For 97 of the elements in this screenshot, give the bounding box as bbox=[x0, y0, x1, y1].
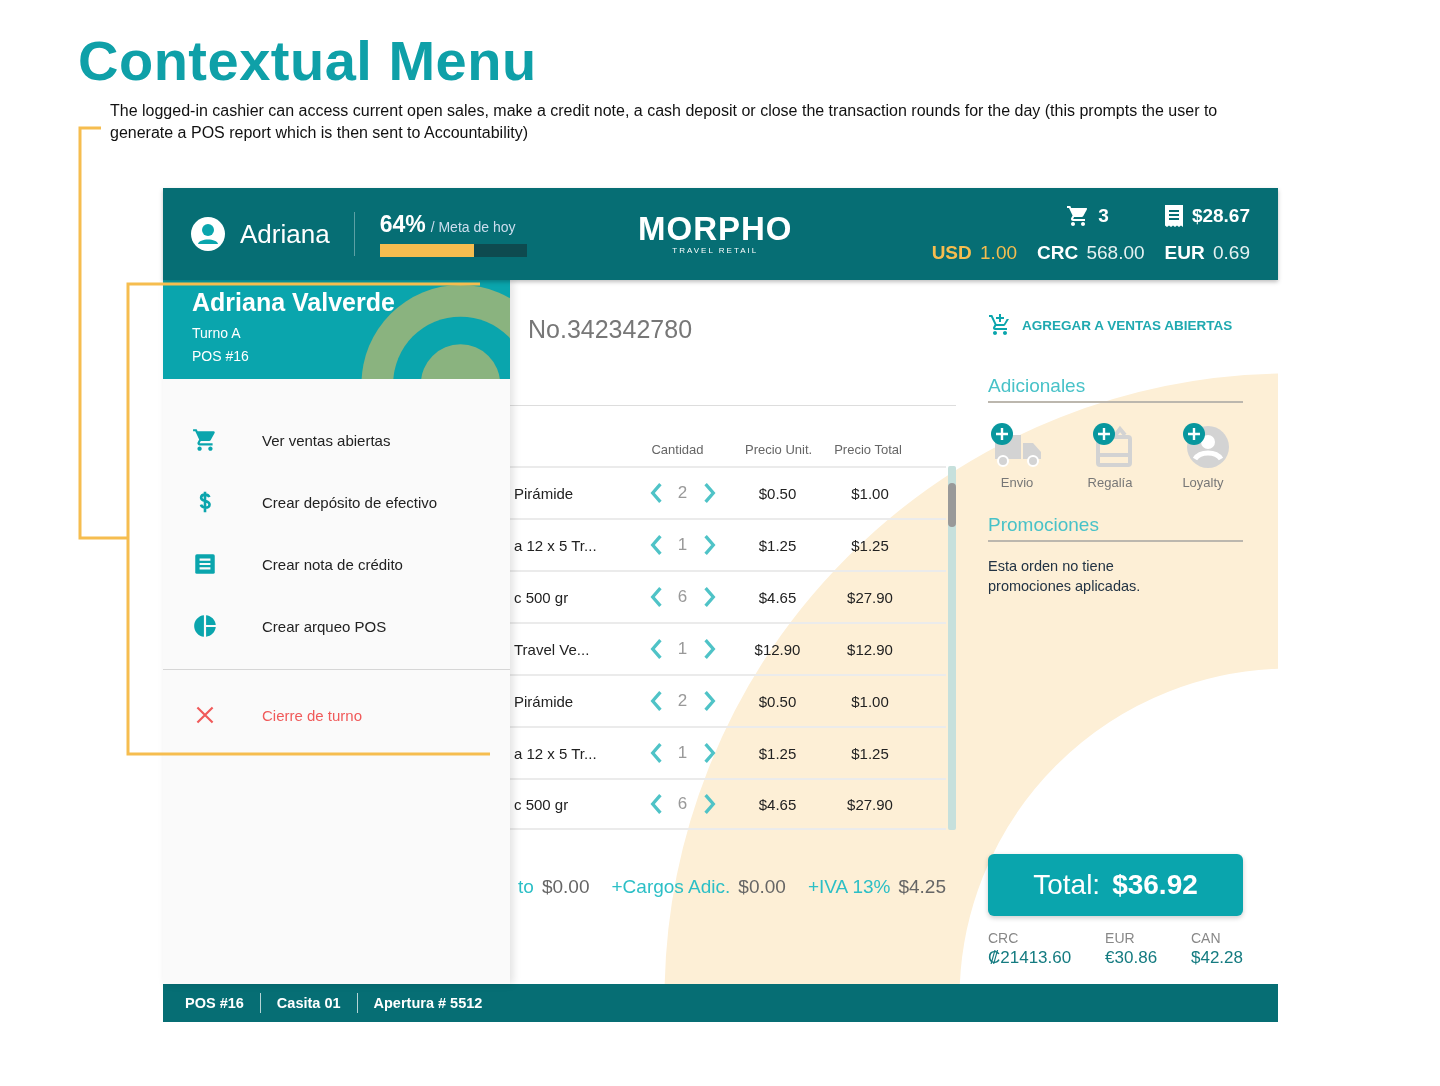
quantity-value: 6 bbox=[676, 794, 689, 814]
unit-price: $1.25 bbox=[758, 536, 797, 554]
status-item: Apertura # 5512 bbox=[356, 993, 499, 1013]
section-title: Promociones bbox=[988, 514, 1099, 536]
conversion-amount: ₡21413.60 bbox=[988, 948, 1072, 968]
increase-chevron-icon[interactable] bbox=[702, 638, 717, 660]
user-avatar-icon bbox=[191, 217, 225, 251]
increase-chevron-icon[interactable] bbox=[702, 482, 717, 504]
summary-label: +Cargos Adic. bbox=[611, 876, 731, 898]
increase-chevron-icon[interactable] bbox=[702, 793, 717, 815]
cashier-name: Adriana Valverde bbox=[192, 287, 395, 318]
menu-item[interactable]: Crear depósito de efectivo bbox=[163, 471, 450, 533]
page-description: The logged-in cashier can access current open sales, make a credit note, a cash deposit or close the transaction rounds for the day (this prompts the user to generate a POS report which is then sent to Accountability) bbox=[110, 101, 1219, 143]
unit-price: $0.50 bbox=[758, 692, 797, 710]
column-header: Precio Total bbox=[834, 441, 902, 457]
close-shift-menu-item[interactable]: Cierre de turno bbox=[163, 684, 375, 746]
menu-item[interactable]: Crear arqueo POS bbox=[163, 595, 399, 657]
scrollbar-thumb[interactable] bbox=[948, 483, 956, 527]
increase-chevron-icon[interactable] bbox=[702, 586, 717, 608]
currency-rate[interactable]: CRC 568.00 bbox=[1037, 242, 1145, 264]
pie-chart-icon bbox=[192, 613, 218, 639]
pos-label: POS #16 bbox=[192, 347, 249, 366]
extra-option[interactable]: Regalía bbox=[1081, 423, 1139, 490]
increase-chevron-icon[interactable] bbox=[702, 690, 717, 712]
quantity-value: 2 bbox=[676, 691, 689, 711]
decrease-chevron-icon[interactable] bbox=[648, 690, 663, 712]
promotions-message: Esta orden no tiene promociones aplicadas. bbox=[988, 557, 1142, 596]
increase-chevron-icon[interactable] bbox=[702, 742, 717, 764]
summary-value: $4.25 bbox=[898, 876, 946, 898]
decrease-chevron-icon[interactable] bbox=[648, 742, 663, 764]
user-name: Adriana bbox=[240, 218, 330, 250]
product-name: c 500 gr bbox=[513, 795, 570, 813]
summary-label: to bbox=[518, 876, 534, 898]
receipt-icon bbox=[192, 551, 218, 577]
logo-wordmark: MORPHO bbox=[638, 212, 793, 246]
decrease-chevron-icon[interactable] bbox=[648, 482, 663, 504]
cart-plus-icon bbox=[988, 313, 1012, 337]
total-button[interactable]: Total: $36.92 bbox=[988, 854, 1243, 916]
section-title: Adicionales bbox=[988, 375, 1086, 397]
decrease-chevron-icon[interactable] bbox=[648, 638, 663, 660]
line-total: $27.90 bbox=[847, 588, 893, 606]
conversion-amount: $42.28 bbox=[1191, 948, 1243, 968]
quantity-value: 1 bbox=[676, 743, 689, 763]
summary-label: +IVA 13% bbox=[807, 876, 891, 898]
column-header: Cantidad bbox=[650, 441, 705, 457]
conversion-currency: CRC bbox=[988, 930, 1019, 946]
decrease-chevron-icon[interactable] bbox=[648, 793, 663, 815]
goal-percent: 64% bbox=[379, 211, 426, 238]
summary-value: $0.00 bbox=[738, 876, 786, 898]
decrease-chevron-icon[interactable] bbox=[648, 534, 663, 556]
product-name: Pirámide bbox=[513, 692, 575, 710]
unit-price: $12.90 bbox=[754, 640, 801, 658]
line-total: $1.00 bbox=[851, 692, 889, 710]
goal-label: / Meta de hoy bbox=[430, 219, 516, 235]
receipt-icon[interactable] bbox=[1163, 204, 1184, 228]
receipt-total: $28.67 bbox=[1191, 205, 1250, 227]
menu-item[interactable]: Crear nota de crédito bbox=[163, 533, 415, 595]
line-total: $12.90 bbox=[847, 640, 893, 658]
order-number: No.342342780 bbox=[527, 314, 693, 345]
line-total: $1.25 bbox=[851, 744, 889, 762]
cart-count: 3 bbox=[1098, 205, 1109, 227]
logo-tagline: TRAVEL RETAIL bbox=[672, 246, 759, 256]
shift-label: Turno A bbox=[192, 324, 241, 343]
unit-price: $1.25 bbox=[758, 744, 797, 762]
menu-item[interactable]: Ver ventas abiertas bbox=[163, 409, 403, 471]
unit-price: $4.65 bbox=[758, 795, 797, 813]
status-item: Casita 01 bbox=[259, 993, 357, 1013]
product-name: a 12 x 5 Tr... bbox=[513, 744, 598, 762]
increase-chevron-icon[interactable] bbox=[702, 534, 717, 556]
decrease-chevron-icon[interactable] bbox=[648, 586, 663, 608]
quantity-value: 1 bbox=[676, 535, 689, 555]
product-name: Travel Ve... bbox=[513, 640, 591, 658]
line-total: $1.25 bbox=[851, 536, 889, 554]
extra-option[interactable]: Loyalty bbox=[1174, 423, 1232, 490]
scrollbar-track[interactable] bbox=[948, 466, 956, 830]
quantity-value: 1 bbox=[676, 639, 689, 659]
unit-price: $0.50 bbox=[758, 484, 797, 502]
product-name: a 12 x 5 Tr... bbox=[513, 536, 598, 554]
line-total: $27.90 bbox=[847, 795, 893, 813]
summary-value: $0.00 bbox=[541, 876, 590, 898]
conversion-currency: CAN bbox=[1191, 930, 1221, 946]
status-item: POS #16 bbox=[184, 994, 245, 1013]
quantity-value: 2 bbox=[676, 483, 689, 503]
extra-option[interactable]: Envio bbox=[988, 423, 1046, 490]
product-name: c 500 gr bbox=[513, 588, 570, 606]
currency-rate[interactable]: USD 1.00 bbox=[931, 242, 1018, 264]
conversion-amount: €30.86 bbox=[1105, 948, 1158, 968]
product-name: Pirámide bbox=[513, 484, 575, 502]
page-title: Contextual Menu bbox=[77, 28, 537, 94]
line-total: $1.00 bbox=[851, 484, 889, 502]
unit-price: $4.65 bbox=[758, 588, 797, 606]
column-header: Precio Unit. bbox=[745, 441, 813, 457]
cart-icon bbox=[192, 427, 218, 453]
add-to-open-sales-button[interactable]: AGREGAR A VENTAS ABIERTAS bbox=[988, 313, 1233, 337]
quantity-value: 6 bbox=[676, 587, 689, 607]
currency-rate[interactable]: EUR 0.69 bbox=[1164, 242, 1250, 264]
conversion-currency: EUR bbox=[1105, 930, 1135, 946]
